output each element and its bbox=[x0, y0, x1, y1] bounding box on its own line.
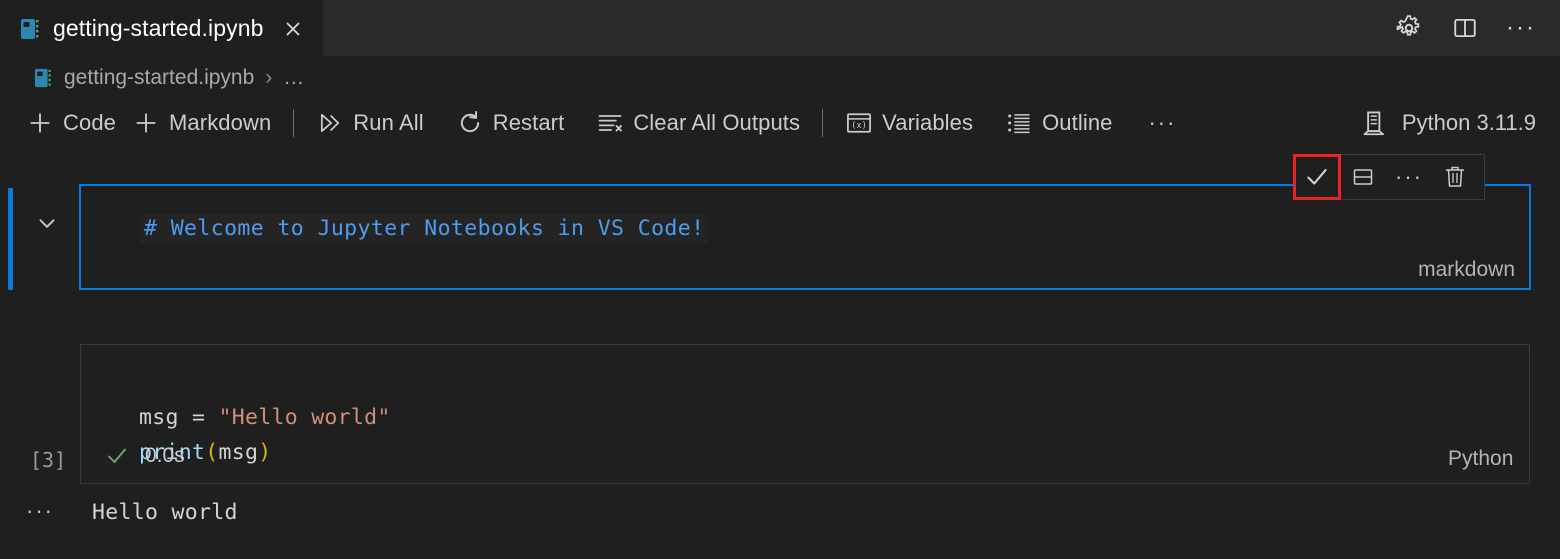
svg-text:(x): (x) bbox=[851, 121, 867, 131]
editor-tab-getting-started[interactable]: getting-started.ipynb bbox=[0, 0, 323, 56]
execution-count: [3] bbox=[30, 448, 66, 472]
chevron-right-icon: › bbox=[264, 66, 273, 90]
restart-label: Restart bbox=[493, 110, 565, 136]
more-icon: ··· bbox=[1395, 166, 1423, 188]
cell-output-text: Hello world bbox=[92, 500, 238, 525]
breadcrumb-more[interactable]: … bbox=[283, 66, 304, 90]
variables-button[interactable]: (x) Variables bbox=[837, 104, 981, 142]
outline-button[interactable]: Outline bbox=[997, 104, 1120, 142]
variables-icon: (x) bbox=[845, 109, 873, 137]
outline-icon bbox=[1005, 109, 1033, 137]
vscode-notebook-editor: getting-started.ipynb ··· bbox=[0, 0, 1560, 559]
code-editor[interactable]: msg = "Hello world" print(msg) bbox=[139, 365, 391, 505]
add-code-cell-button[interactable]: Code bbox=[18, 104, 124, 142]
kernel-label: Python 3.11.9 bbox=[1402, 110, 1536, 136]
collapse-cell-button[interactable] bbox=[32, 208, 62, 238]
run-all-icon bbox=[316, 109, 344, 137]
notebook-icon bbox=[20, 17, 42, 41]
code-cell-language-label[interactable]: Python bbox=[1448, 447, 1513, 471]
plus-icon bbox=[132, 109, 160, 137]
close-icon[interactable] bbox=[280, 16, 306, 42]
cell-selection-bar bbox=[8, 188, 13, 290]
output-more-icon[interactable]: ··· bbox=[26, 500, 54, 522]
clear-all-outputs-label: Clear All Outputs bbox=[633, 110, 800, 136]
more-cell-actions-button[interactable]: ··· bbox=[1386, 155, 1432, 199]
confirm-render-markdown-button[interactable] bbox=[1294, 155, 1340, 199]
execution-time: 0.0s bbox=[145, 444, 185, 468]
variables-label: Variables bbox=[882, 110, 973, 136]
code-token: ) bbox=[258, 440, 271, 465]
split-cell-button[interactable] bbox=[1340, 155, 1386, 199]
gear-icon[interactable] bbox=[1394, 13, 1424, 43]
clear-all-outputs-button[interactable]: Clear All Outputs bbox=[588, 104, 808, 142]
cell-language-label[interactable]: markdown bbox=[1418, 258, 1515, 282]
toolbar-more-icon[interactable]: ··· bbox=[1138, 112, 1186, 134]
code-token: msg bbox=[218, 440, 258, 465]
add-code-cell-label: Code bbox=[63, 110, 116, 136]
code-token: msg bbox=[139, 405, 192, 430]
restart-button[interactable]: Restart bbox=[448, 104, 573, 142]
markdown-source[interactable]: # Welcome to Jupyter Notebooks in VS Cod… bbox=[140, 214, 708, 243]
editor-tab-label: getting-started.ipynb bbox=[53, 15, 264, 42]
check-icon bbox=[1304, 164, 1330, 190]
kernel-icon bbox=[1360, 108, 1390, 138]
split-editor-icon[interactable] bbox=[1450, 13, 1480, 43]
delete-cell-button[interactable] bbox=[1432, 155, 1478, 199]
code-token: "Hello world" bbox=[218, 405, 390, 430]
restart-icon bbox=[456, 109, 484, 137]
code-token: = bbox=[192, 405, 219, 430]
add-markdown-cell-label: Markdown bbox=[169, 110, 271, 136]
code-cell[interactable]: msg = "Hello world" print(msg) bbox=[80, 344, 1530, 484]
chevron-down-icon bbox=[34, 210, 60, 236]
outline-label: Outline bbox=[1042, 110, 1112, 136]
cell-toolbar: ··· bbox=[1293, 154, 1485, 200]
add-markdown-cell-button[interactable]: Markdown bbox=[124, 104, 279, 142]
breadcrumb-file[interactable]: getting-started.ipynb bbox=[64, 66, 254, 90]
run-all-label: Run All bbox=[353, 110, 423, 136]
trash-icon bbox=[1443, 164, 1467, 190]
toolbar-divider bbox=[293, 109, 294, 137]
more-icon[interactable]: ··· bbox=[1506, 13, 1536, 43]
breadcrumb: getting-started.ipynb › … bbox=[0, 56, 1560, 100]
notebook-toolbar: Code Markdown Run All Restart bbox=[0, 100, 1560, 146]
run-all-button[interactable]: Run All bbox=[308, 104, 431, 142]
kernel-selector[interactable]: Python 3.11.9 bbox=[1360, 108, 1560, 138]
toolbar-divider-2 bbox=[822, 109, 823, 137]
split-cell-icon bbox=[1351, 165, 1375, 189]
clear-outputs-icon bbox=[596, 109, 624, 137]
editor-tab-actions: ··· bbox=[1394, 0, 1560, 56]
editor-tab-bar: getting-started.ipynb ··· bbox=[0, 0, 1560, 56]
cell-status-bar: 0.0s bbox=[105, 444, 185, 468]
code-token: ( bbox=[205, 440, 218, 465]
plus-icon bbox=[26, 109, 54, 137]
notebook-icon bbox=[34, 67, 54, 89]
check-icon bbox=[105, 444, 129, 468]
